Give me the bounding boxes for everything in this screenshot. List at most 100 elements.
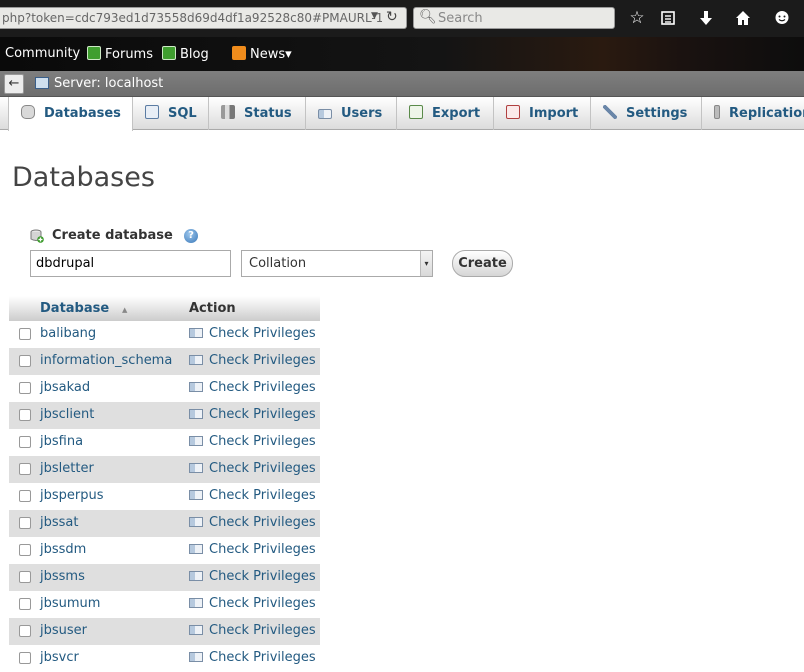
create-database-label: Create database: [52, 228, 173, 243]
column-header-database[interactable]: Database: [40, 301, 109, 316]
check-privileges-link[interactable]: Check Privileges: [189, 434, 316, 449]
tab-users[interactable]: Users: [306, 97, 397, 130]
collation-select[interactable]: Collation ▾: [241, 250, 433, 277]
tab-status[interactable]: Status: [209, 97, 306, 130]
database-name-link[interactable]: jbsperpus: [40, 488, 104, 503]
bookmark-news[interactable]: News▾: [232, 46, 292, 62]
search-bar[interactable]: 🔍︎ Search: [413, 7, 615, 29]
row-checkbox[interactable]: [19, 409, 31, 421]
download-icon[interactable]: [694, 6, 718, 30]
tab-users-label: Users: [341, 106, 383, 121]
create-button[interactable]: Create: [452, 250, 513, 277]
tab-settings[interactable]: Settings: [591, 97, 702, 130]
privileges-icon: [189, 490, 203, 500]
database-name-link[interactable]: jbsuser: [40, 623, 87, 638]
url-dropdown-icon[interactable]: ▼: [371, 11, 378, 21]
home-icon[interactable]: [731, 6, 755, 30]
row-checkbox[interactable]: [19, 544, 31, 556]
database-name-link[interactable]: jbsvcr: [40, 650, 79, 665]
row-checkbox[interactable]: [19, 571, 31, 583]
export-icon: [409, 105, 423, 119]
database-name-link[interactable]: jbssms: [40, 569, 85, 584]
bookmark-blog[interactable]: Blog: [162, 46, 209, 62]
row-checkbox[interactable]: [19, 328, 31, 340]
privileges-icon: [189, 598, 203, 608]
check-privileges-label: Check Privileges: [209, 434, 316, 449]
table-row: jbsletter Check Privileges: [9, 456, 320, 483]
database-name-link[interactable]: jbsumum: [40, 596, 100, 611]
row-checkbox[interactable]: [19, 355, 31, 367]
database-name-link[interactable]: jbssat: [40, 515, 78, 530]
table-row: information_schema Check Privileges: [9, 348, 320, 375]
row-checkbox[interactable]: [19, 463, 31, 475]
database-name-link[interactable]: jbsakad: [40, 380, 90, 395]
check-privileges-link[interactable]: Check Privileges: [189, 569, 316, 584]
bookmark-star-icon[interactable]: ☆: [625, 6, 649, 30]
check-privileges-link[interactable]: Check Privileges: [189, 623, 316, 638]
privileges-icon: [189, 571, 203, 581]
check-privileges-label: Check Privileges: [209, 380, 316, 395]
url-bar[interactable]: php?token=cdc793ed1d73558d69d4df1a92528c…: [0, 7, 407, 29]
check-privileges-link[interactable]: Check Privileges: [189, 596, 316, 611]
bookmarks-list-icon[interactable]: [656, 6, 680, 30]
bookmark-blog-label: Blog: [180, 47, 209, 62]
page-title: Databases: [12, 162, 155, 193]
privileges-icon: [189, 436, 203, 446]
check-privileges-label: Check Privileges: [209, 596, 316, 611]
check-privileges-label: Check Privileges: [209, 542, 316, 557]
check-privileges-link[interactable]: Check Privileges: [189, 326, 316, 341]
database-name-link[interactable]: jbssdm: [40, 542, 86, 557]
check-privileges-link[interactable]: Check Privileges: [189, 380, 316, 395]
database-name-link[interactable]: jbsclient: [40, 407, 94, 422]
check-privileges-link[interactable]: Check Privileges: [189, 353, 316, 368]
database-name-link[interactable]: balibang: [40, 326, 96, 341]
row-checkbox[interactable]: [19, 382, 31, 394]
check-privileges-link[interactable]: Check Privileges: [189, 515, 316, 530]
table-row: jbssat Check Privileges: [9, 510, 320, 537]
browser-toolbar: php?token=cdc793ed1d73558d69d4df1a92528c…: [0, 0, 804, 37]
bookmark-forums[interactable]: Forums: [87, 46, 153, 62]
row-checkbox[interactable]: [19, 436, 31, 448]
tab-databases[interactable]: Databases: [8, 97, 133, 131]
check-privileges-label: Check Privileges: [209, 407, 316, 422]
chat-icon[interactable]: [770, 6, 794, 30]
row-checkbox[interactable]: [19, 517, 31, 529]
bookmark-community[interactable]: Community: [5, 46, 80, 61]
help-icon[interactable]: ?: [184, 229, 198, 243]
check-privileges-label: Check Privileges: [209, 569, 316, 584]
bookmark-community-label: Community: [5, 46, 81, 61]
tab-export[interactable]: Export: [397, 97, 494, 130]
url-text[interactable]: php?token=cdc793ed1d73558d69d4df1a92528c…: [2, 11, 382, 25]
database-icon: [21, 105, 35, 119]
row-checkbox[interactable]: [19, 652, 31, 664]
row-checkbox[interactable]: [19, 598, 31, 610]
server-breadcrumb-link[interactable]: Server: localhost: [54, 76, 163, 91]
database-name-input[interactable]: [30, 250, 231, 277]
privileges-icon: [189, 463, 203, 473]
check-privileges-link[interactable]: Check Privileges: [189, 650, 316, 665]
check-privileges-link[interactable]: Check Privileges: [189, 542, 316, 557]
tab-sql[interactable]: SQL: [133, 97, 209, 130]
tab-replication[interactable]: Replication: [702, 97, 804, 130]
check-privileges-label: Check Privileges: [209, 461, 316, 476]
tab-import[interactable]: Import: [494, 97, 591, 130]
status-icon: [221, 105, 235, 119]
database-name-link[interactable]: jbsletter: [40, 461, 94, 476]
table-header: Database ▲ Action: [9, 296, 320, 321]
reload-icon[interactable]: ↻: [386, 9, 398, 25]
database-name-link[interactable]: information_schema: [40, 353, 172, 368]
row-checkbox[interactable]: [19, 490, 31, 502]
check-privileges-link[interactable]: Check Privileges: [189, 461, 316, 476]
tab-bar: Databases SQL Status Users Export Import…: [0, 97, 804, 131]
users-icon: [318, 109, 332, 119]
check-privileges-link[interactable]: Check Privileges: [189, 488, 316, 503]
database-name-link[interactable]: jbsfina: [40, 434, 83, 449]
tab-import-label: Import: [529, 106, 579, 121]
chevron-down-icon: ▾: [285, 47, 292, 62]
collapse-navigation-button[interactable]: ←: [4, 74, 24, 94]
search-placeholder[interactable]: Search: [438, 11, 483, 26]
server-icon: [35, 77, 49, 89]
row-checkbox[interactable]: [19, 625, 31, 637]
check-privileges-link[interactable]: Check Privileges: [189, 407, 316, 422]
replication-icon: [714, 105, 720, 119]
